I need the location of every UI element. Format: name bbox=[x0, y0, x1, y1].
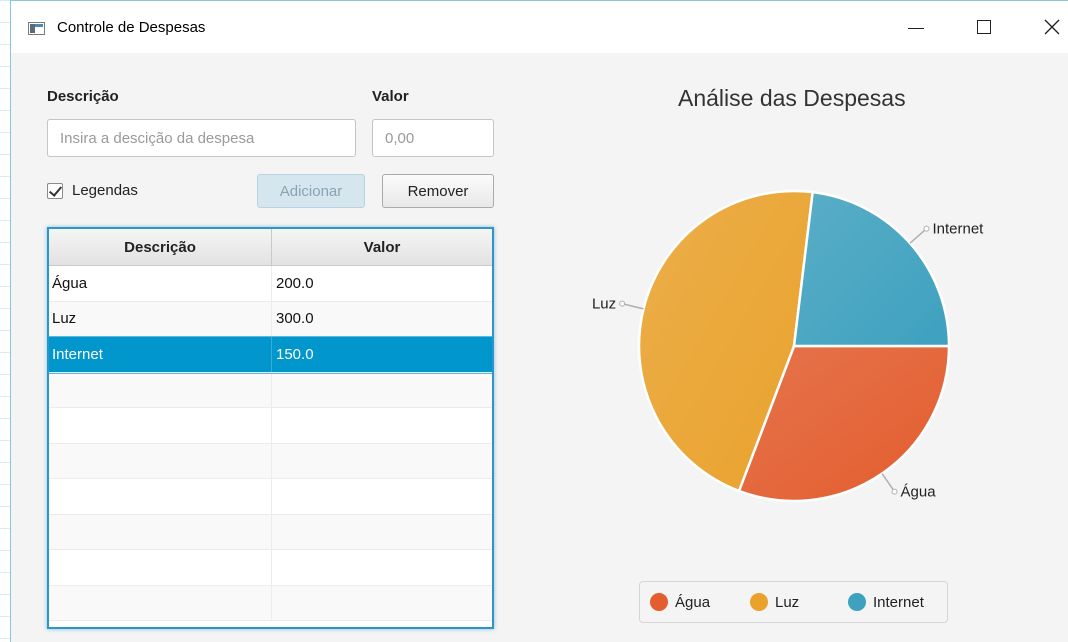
legend-swatch-internet bbox=[848, 593, 866, 611]
legend-item: Luz bbox=[750, 593, 799, 611]
legend-item: Internet bbox=[848, 593, 924, 611]
cell-valor: 300.0 bbox=[276, 310, 314, 328]
legend-swatch-luz bbox=[750, 593, 768, 611]
app-window: Controle de Despesas Descrição Valor Leg… bbox=[10, 0, 1068, 642]
maximize-button[interactable] bbox=[961, 1, 1007, 53]
pie-label: Internet bbox=[932, 221, 984, 238]
remove-button[interactable]: Remover bbox=[382, 174, 494, 208]
label-leader-line bbox=[881, 473, 896, 493]
column-header-descricao[interactable]: Descrição bbox=[49, 229, 272, 265]
maximize-icon bbox=[977, 20, 991, 34]
window-title: Controle de Despesas bbox=[57, 19, 206, 36]
label-leader-line bbox=[621, 302, 644, 310]
table-row[interactable]: Água 200.0 bbox=[49, 266, 492, 302]
legend-swatch-agua bbox=[650, 593, 668, 611]
legend-item: Água bbox=[650, 593, 710, 611]
label-leader-dot bbox=[891, 488, 898, 495]
empty-row bbox=[49, 514, 492, 550]
minimize-icon bbox=[908, 27, 924, 29]
title-bar: Controle de Despesas bbox=[11, 1, 1068, 53]
cell-valor: 200.0 bbox=[276, 274, 314, 292]
legend-label: Água bbox=[675, 593, 711, 611]
valor-label: Valor bbox=[372, 88, 409, 105]
legendas-label: Legendas bbox=[72, 182, 138, 199]
column-header-valor[interactable]: Valor bbox=[272, 229, 492, 265]
descricao-input[interactable] bbox=[47, 119, 356, 157]
chart-title: Análise das Despesas bbox=[678, 85, 906, 111]
legend-label: Luz bbox=[775, 593, 800, 611]
pie-label: Luz bbox=[592, 296, 616, 313]
legend-label: Internet bbox=[873, 593, 924, 611]
empty-row bbox=[49, 443, 492, 479]
expenses-table[interactable]: Descrição Valor Água 200.0 Luz 300.0 Int… bbox=[47, 227, 494, 629]
cell-descricao: Luz bbox=[49, 301, 272, 336]
empty-row bbox=[49, 408, 492, 444]
app-icon bbox=[28, 22, 45, 35]
table-body: Água 200.0 Luz 300.0 Internet 150.0 bbox=[49, 266, 492, 621]
chart-legend: Água Luz Internet bbox=[639, 581, 948, 623]
add-button[interactable]: Adicionar bbox=[257, 174, 365, 208]
cell-valor: 150.0 bbox=[276, 345, 314, 363]
cell-descricao: Internet bbox=[49, 337, 272, 372]
empty-row bbox=[49, 585, 492, 621]
table-row[interactable]: Luz 300.0 bbox=[49, 301, 492, 337]
desktop-backdrop bbox=[0, 0, 10, 642]
descricao-label: Descrição bbox=[47, 88, 119, 105]
table-row-selected[interactable]: Internet 150.0 bbox=[49, 336, 492, 374]
legendas-checkbox[interactable] bbox=[47, 182, 63, 199]
close-icon bbox=[1044, 19, 1060, 35]
minimize-button[interactable] bbox=[893, 1, 939, 53]
valor-input[interactable] bbox=[372, 119, 494, 157]
label-leader-dot bbox=[923, 225, 930, 232]
label-leader-line bbox=[909, 228, 927, 244]
empty-row bbox=[49, 550, 492, 586]
legendas-toggle[interactable]: Legendas bbox=[47, 182, 138, 199]
cell-descricao: Água bbox=[49, 266, 272, 301]
empty-row bbox=[49, 479, 492, 515]
empty-row bbox=[49, 372, 492, 408]
pie-label: Água bbox=[901, 484, 937, 501]
table-header: Descrição Valor bbox=[49, 229, 492, 266]
label-leader-dot bbox=[619, 300, 626, 307]
pie-chart: Água Luz Internet bbox=[592, 189, 984, 503]
close-button[interactable] bbox=[1029, 1, 1068, 53]
pie-slice-internet bbox=[792, 190, 951, 348]
